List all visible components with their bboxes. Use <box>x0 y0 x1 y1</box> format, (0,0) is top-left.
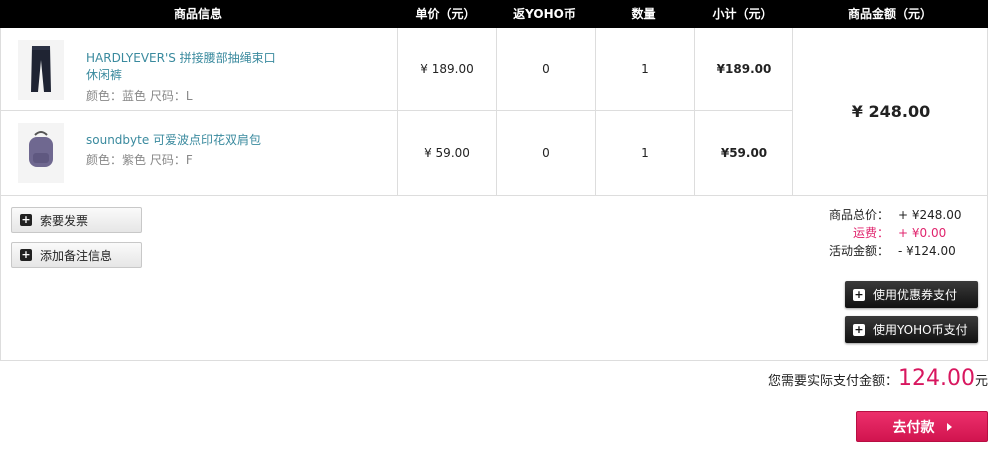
use-coupon-button[interactable]: + 使用优惠券支付 <box>845 281 978 308</box>
table-row: soundbyte 可爱波点印花双肩包 颜色：紫色 尺码：F ¥ 59.00 0… <box>1 111 793 195</box>
plus-icon: + <box>853 322 865 336</box>
plus-icon: + <box>853 287 865 301</box>
summary-shipping: 运费： + ¥0.00 <box>852 226 947 240</box>
pants-icon <box>31 46 51 92</box>
summary-promotion: 活动金额： - ¥124.00 <box>828 244 956 258</box>
product-attributes: 颜色：紫色 尺码：F <box>86 153 193 167</box>
order-table: HARDLYEVER'S 拼接腰部抽绳束口 休闲裤 颜色：蓝色 尺码：L ¥ 1… <box>0 28 988 195</box>
col-unit-price: 单价（元） <box>415 7 476 21</box>
col-quantity: 数量 <box>631 7 656 21</box>
unit-price: ¥ 59.00 <box>397 111 496 195</box>
subtotal-value: ¥189.00 <box>694 28 793 110</box>
yoho-coin-value: 0 <box>496 28 595 110</box>
table-header: 商品信息 单价（元） 返YOHO币 数量 小计（元） 商品金额（元） <box>0 0 988 28</box>
product-thumbnail[interactable] <box>18 40 64 100</box>
use-yoho-coin-button[interactable]: + 使用YOHO币支付 <box>845 316 978 343</box>
col-product-info: 商品信息 <box>173 7 222 21</box>
quantity-value: 1 <box>595 28 694 110</box>
goods-total-amount: ¥ 248.00 <box>792 28 989 195</box>
order-options-panel: + 索要发票 + 添加备注信息 商品总价： + ¥248.00 运费： + ¥0… <box>0 195 988 361</box>
table-row: HARDLYEVER'S 拼接腰部抽绳束口 休闲裤 颜色：蓝色 尺码：L ¥ 1… <box>1 28 793 111</box>
product-thumbnail[interactable] <box>18 123 64 183</box>
col-subtotal: 小计（元） <box>712 7 773 21</box>
product-attributes: 颜色：蓝色 尺码：L <box>86 89 193 103</box>
payment-total: 您需要实际支付金额：124.00元 <box>768 364 988 394</box>
subtotal-value: ¥59.00 <box>694 111 793 195</box>
payment-label: 您需要实际支付金额： <box>767 374 898 389</box>
col-goods-amount: 商品金额（元） <box>847 7 932 21</box>
summary-goods-total: 商品总价： + ¥248.00 <box>828 208 962 222</box>
unit-price: ¥ 189.00 <box>397 28 496 110</box>
cart-page: 商品信息 单价（元） 返YOHO币 数量 小计（元） 商品金额（元） HARDL… <box>0 0 996 470</box>
col-yoho-coin: 返YOHO币 <box>513 7 576 21</box>
product-name[interactable]: soundbyte 可爱波点印花双肩包 <box>86 132 306 149</box>
backpack-icon <box>29 131 53 167</box>
payment-amount: 124.00 <box>898 366 975 391</box>
arrow-right-icon <box>946 422 952 431</box>
quantity-value: 1 <box>595 111 694 195</box>
go-pay-button[interactable]: 去付款 <box>856 411 988 442</box>
yoho-coin-value: 0 <box>496 111 595 195</box>
payment-unit: 元 <box>974 374 988 389</box>
product-name[interactable]: HARDLYEVER'S 拼接腰部抽绳束口 休闲裤 <box>86 50 306 84</box>
